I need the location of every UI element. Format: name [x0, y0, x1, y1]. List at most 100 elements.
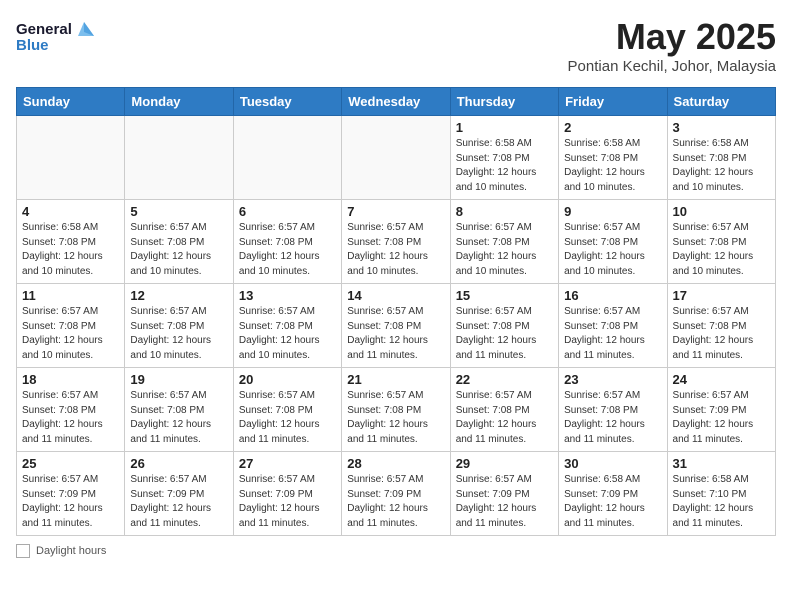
- day-info: Sunrise: 6:57 AM Sunset: 7:09 PM Dayligh…: [347, 473, 444, 531]
- day-info: Sunrise: 6:57 AM Sunset: 7:08 PM Dayligh…: [564, 389, 661, 447]
- daylight-box: [16, 544, 30, 558]
- day-number: 11: [22, 288, 119, 303]
- day-info: Sunrise: 6:58 AM Sunset: 7:08 PM Dayligh…: [22, 221, 119, 279]
- calendar-cell: 29Sunrise: 6:57 AM Sunset: 7:09 PM Dayli…: [450, 452, 558, 536]
- day-number: 5: [130, 204, 227, 219]
- day-info: Sunrise: 6:57 AM Sunset: 7:08 PM Dayligh…: [456, 305, 553, 363]
- day-info: Sunrise: 6:57 AM Sunset: 7:08 PM Dayligh…: [673, 305, 770, 363]
- day-info: Sunrise: 6:57 AM Sunset: 7:09 PM Dayligh…: [22, 473, 119, 531]
- logo-svg: General Blue: [16, 16, 96, 60]
- day-info: Sunrise: 6:57 AM Sunset: 7:08 PM Dayligh…: [673, 221, 770, 279]
- day-info: Sunrise: 6:57 AM Sunset: 7:08 PM Dayligh…: [347, 389, 444, 447]
- calendar-cell: 2 Sunrise: 6:58 AM Sunset: 7:08 PM Daylig…: [559, 116, 667, 200]
- svg-text:General: General: [16, 21, 72, 38]
- day-number: 24: [673, 372, 770, 387]
- day-number: 1: [456, 120, 553, 135]
- calendar-cell: 1 Sunrise: 6:58 AM Sunset: 7:08 PM Daylig…: [450, 116, 558, 200]
- calendar-cell: 28 Sunrise: 6:57 AM Sunset: 7:09 PM Dayli…: [342, 452, 450, 536]
- calendar-cell: 6 Sunrise: 6:57 AM Sunset: 7:08 PM Daylig…: [233, 200, 341, 284]
- calendar-cell: 16Sunrise: 6:57 AM Sunset: 7:08 PM Dayli…: [559, 284, 667, 368]
- day-number: 20: [239, 372, 336, 387]
- calendar-body: 1 Sunrise: 6:58 AM Sunset: 7:08 PM Daylig…: [17, 116, 776, 536]
- calendar-cell: 21 Sunrise: 6:57 AM Sunset: 7:08 PM Dayli…: [342, 368, 450, 452]
- calendar-cell: 20 Sunrise: 6:57 AM Sunset: 7:08 PM Dayli…: [233, 368, 341, 452]
- day-info: Sunrise: 6:57 AM Sunset: 7:08 PM Dayligh…: [130, 221, 227, 279]
- day-info: Sunrise: 6:57 AM Sunset: 7:08 PM Dayligh…: [456, 389, 553, 447]
- weekday-header-cell: Thursday: [450, 88, 558, 116]
- day-number: 17: [673, 288, 770, 303]
- day-info: Sunrise: 6:58 AM Sunset: 7:08 PM Dayligh…: [456, 137, 553, 195]
- day-info: Sunrise: 6:57 AM Sunset: 7:08 PM Dayligh…: [22, 305, 119, 363]
- calendar-week-row: 25 Sunrise: 6:57 AM Sunset: 7:09 PM Dayli…: [17, 452, 776, 536]
- calendar-cell: 30 Sunrise: 6:58 AM Sunset: 7:09 PM Dayli…: [559, 452, 667, 536]
- day-info: Sunrise: 6:57 AM Sunset: 7:08 PM Dayligh…: [347, 221, 444, 279]
- weekday-header-cell: Saturday: [667, 88, 775, 116]
- calendar-footer: Daylight hours: [16, 544, 776, 558]
- day-info: Sunrise: 6:58 AM Sunset: 7:08 PM Dayligh…: [673, 137, 770, 195]
- day-info: Sunrise: 6:57 AM Sunset: 7:08 PM Dayligh…: [456, 221, 553, 279]
- day-info: Sunrise: 6:57 AM Sunset: 7:09 PM Dayligh…: [456, 473, 553, 531]
- calendar-cell: 25 Sunrise: 6:57 AM Sunset: 7:09 PM Dayli…: [17, 452, 125, 536]
- weekday-header-cell: Wednesday: [342, 88, 450, 116]
- calendar-week-row: 1 Sunrise: 6:58 AM Sunset: 7:08 PM Daylig…: [17, 116, 776, 200]
- calendar-cell: [233, 116, 341, 200]
- calendar-cell: 27Sunrise: 6:57 AM Sunset: 7:09 PM Dayli…: [233, 452, 341, 536]
- weekday-header-row: SundayMondayTuesdayWednesdayThursdayFrid…: [17, 88, 776, 116]
- day-info: Sunrise: 6:57 AM Sunset: 7:08 PM Dayligh…: [22, 389, 119, 447]
- day-info: Sunrise: 6:57 AM Sunset: 7:08 PM Dayligh…: [564, 221, 661, 279]
- day-info: Sunrise: 6:57 AM Sunset: 7:09 PM Dayligh…: [130, 473, 227, 531]
- day-info: Sunrise: 6:58 AM Sunset: 7:10 PM Dayligh…: [673, 473, 770, 531]
- day-number: 15: [456, 288, 553, 303]
- calendar-cell: 8 Sunrise: 6:57 AM Sunset: 7:08 PM Daylig…: [450, 200, 558, 284]
- calendar-week-row: 18 Sunrise: 6:57 AM Sunset: 7:08 PM Dayli…: [17, 368, 776, 452]
- weekday-header-cell: Sunday: [17, 88, 125, 116]
- day-number: 3: [673, 120, 770, 135]
- calendar-cell: 7Sunrise: 6:57 AM Sunset: 7:08 PM Daylig…: [342, 200, 450, 284]
- day-info: Sunrise: 6:57 AM Sunset: 7:08 PM Dayligh…: [347, 305, 444, 363]
- day-info: Sunrise: 6:58 AM Sunset: 7:08 PM Dayligh…: [564, 137, 661, 195]
- calendar-cell: 5 Sunrise: 6:57 AM Sunset: 7:08 PM Daylig…: [125, 200, 233, 284]
- calendar-cell: 4 Sunrise: 6:58 AM Sunset: 7:08 PM Daylig…: [17, 200, 125, 284]
- calendar-cell: [125, 116, 233, 200]
- day-number: 30: [564, 456, 661, 471]
- calendar-cell: 26 Sunrise: 6:57 AM Sunset: 7:09 PM Dayli…: [125, 452, 233, 536]
- daylight-label: Daylight hours: [36, 545, 106, 557]
- calendar-cell: 13Sunrise: 6:57 AM Sunset: 7:08 PM Dayli…: [233, 284, 341, 368]
- day-number: 22: [456, 372, 553, 387]
- calendar-cell: 10 Sunrise: 6:57 AM Sunset: 7:08 PM Dayli…: [667, 200, 775, 284]
- day-number: 14: [347, 288, 444, 303]
- calendar-cell: 3 Sunrise: 6:58 AM Sunset: 7:08 PM Daylig…: [667, 116, 775, 200]
- day-number: 28: [347, 456, 444, 471]
- weekday-header-cell: Monday: [125, 88, 233, 116]
- calendar-cell: 22 Sunrise: 6:57 AM Sunset: 7:08 PM Dayli…: [450, 368, 558, 452]
- page-header: General Blue May 2025 Pontian Kechil, Jo…: [16, 16, 776, 75]
- day-number: 31: [673, 456, 770, 471]
- calendar-cell: 31 Sunrise: 6:58 AM Sunset: 7:10 PM Dayli…: [667, 452, 775, 536]
- calendar-table: SundayMondayTuesdayWednesdayThursdayFrid…: [16, 87, 776, 536]
- calendar-cell: 14 Sunrise: 6:57 AM Sunset: 7:08 PM Dayli…: [342, 284, 450, 368]
- day-number: 25: [22, 456, 119, 471]
- day-number: 21: [347, 372, 444, 387]
- day-number: 18: [22, 372, 119, 387]
- calendar-cell: [17, 116, 125, 200]
- weekday-header-cell: Tuesday: [233, 88, 341, 116]
- calendar-cell: 11 Sunrise: 6:57 AM Sunset: 7:08 PM Dayli…: [17, 284, 125, 368]
- day-number: 10: [673, 204, 770, 219]
- calendar-cell: 17 Sunrise: 6:57 AM Sunset: 7:08 PM Dayli…: [667, 284, 775, 368]
- day-number: 23: [564, 372, 661, 387]
- calendar-week-row: 11 Sunrise: 6:57 AM Sunset: 7:08 PM Dayli…: [17, 284, 776, 368]
- day-info: Sunrise: 6:57 AM Sunset: 7:08 PM Dayligh…: [239, 221, 336, 279]
- day-number: 8: [456, 204, 553, 219]
- day-number: 2: [564, 120, 661, 135]
- day-number: 6: [239, 204, 336, 219]
- calendar-week-row: 4 Sunrise: 6:58 AM Sunset: 7:08 PM Daylig…: [17, 200, 776, 284]
- day-number: 16: [564, 288, 661, 303]
- day-info: Sunrise: 6:57 AM Sunset: 7:08 PM Dayligh…: [130, 305, 227, 363]
- calendar-cell: 18 Sunrise: 6:57 AM Sunset: 7:08 PM Dayli…: [17, 368, 125, 452]
- day-info: Sunrise: 6:57 AM Sunset: 7:08 PM Dayligh…: [239, 389, 336, 447]
- day-info: Sunrise: 6:58 AM Sunset: 7:09 PM Dayligh…: [564, 473, 661, 531]
- logo: General Blue: [16, 16, 96, 60]
- day-number: 4: [22, 204, 119, 219]
- day-number: 26: [130, 456, 227, 471]
- svg-text:Blue: Blue: [16, 37, 49, 54]
